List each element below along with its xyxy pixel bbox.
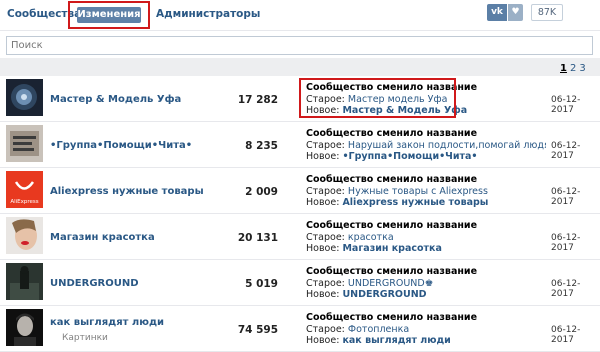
old-label: Старое: bbox=[306, 323, 345, 335]
search-bar bbox=[0, 30, 600, 58]
new-label: Новое: bbox=[306, 243, 340, 254]
vk-share-button[interactable]: vk bbox=[487, 4, 507, 21]
list-item: UNDERGROUND 5 019 Сообщество сменило наз… bbox=[0, 260, 600, 306]
new-label: Новое: bbox=[306, 289, 340, 300]
change-info: Сообщество сменило название Старое: Нужн… bbox=[306, 174, 546, 209]
search-input[interactable] bbox=[6, 36, 593, 55]
member-count: 20 131 bbox=[237, 232, 278, 244]
avatar-group-help-icon[interactable] bbox=[6, 125, 43, 162]
change-title: Сообщество сменило название bbox=[306, 174, 478, 185]
old-label: Старое: bbox=[306, 231, 345, 243]
tab-admins[interactable]: Администраторы bbox=[156, 8, 260, 20]
community-name[interactable]: Магазин красотка bbox=[50, 232, 155, 243]
list-item: как выглядят люди Картинки 74 595 Сообще… bbox=[0, 306, 600, 352]
change-date: 06-12-2017 bbox=[551, 325, 581, 345]
avatar-how-people-look-icon[interactable] bbox=[6, 309, 43, 346]
heart-icon[interactable]: ♥ bbox=[508, 4, 523, 21]
page-current: 1 bbox=[560, 63, 567, 74]
new-name: Aliexpress нужные товары bbox=[342, 197, 489, 208]
change-info: Сообщество сменило название Старое: крас… bbox=[306, 220, 546, 255]
old-label: Старое: bbox=[306, 185, 345, 197]
change-date: 06-12-2017 bbox=[551, 233, 581, 253]
new-name: как выглядят люди bbox=[342, 335, 451, 346]
change-title: Сообщество сменило название bbox=[306, 220, 478, 231]
highlight-change-box bbox=[299, 78, 456, 118]
tab-changes[interactable]: Изменения bbox=[77, 7, 141, 23]
changes-list: Мастер & Модель Уфа 17 282 Сообщество см… bbox=[0, 76, 600, 352]
list-item: Магазин красотка 20 131 Сообщество смени… bbox=[0, 214, 600, 260]
member-count: 74 595 bbox=[237, 324, 278, 336]
old-label: Старое: bbox=[306, 277, 345, 289]
change-date: 06-12-2017 bbox=[551, 187, 581, 207]
old-name: красотка bbox=[347, 231, 394, 243]
avatar-beauty-shop-icon[interactable] bbox=[6, 217, 43, 254]
list-item: AliExpress Aliexpress нужные товары 2 00… bbox=[0, 168, 600, 214]
old-name: Нужные товары с Aliexpress bbox=[347, 185, 488, 197]
list-item: Мастер & Модель Уфа 17 282 Сообщество см… bbox=[0, 76, 600, 122]
new-label: Новое: bbox=[306, 151, 340, 162]
change-date: 06-12-2017 bbox=[551, 95, 581, 115]
change-title: Сообщество сменило название bbox=[306, 312, 478, 323]
old-name: Фотопленка bbox=[347, 323, 410, 335]
old-name: Нарушай закон подлости,помогай людям.Чит… bbox=[347, 139, 546, 151]
avatar-underground-icon[interactable] bbox=[6, 263, 43, 300]
new-name: Магазин красотка bbox=[342, 243, 442, 254]
member-count: 8 235 bbox=[245, 140, 278, 152]
community-name[interactable]: Aliexpress нужные товары bbox=[50, 186, 204, 197]
member-count: 17 282 bbox=[237, 94, 278, 106]
community-name[interactable]: UNDERGROUND bbox=[50, 278, 139, 289]
community-category: Картинки bbox=[62, 333, 108, 343]
member-count: 2 009 bbox=[245, 186, 278, 198]
aliexpress-logo-text: AliExpress bbox=[10, 199, 38, 205]
community-name[interactable]: как выглядят люди bbox=[50, 317, 164, 328]
change-title: Сообщество сменило название bbox=[306, 128, 478, 139]
member-count: 5 019 bbox=[245, 278, 278, 290]
pagination: 123 bbox=[560, 63, 586, 74]
new-name: •Группа•Помощи•Чита• bbox=[342, 151, 478, 162]
change-info: Сообщество сменило название Старое: UNDE… bbox=[306, 266, 546, 301]
new-label: Новое: bbox=[306, 197, 340, 208]
avatar-aliexpress-icon[interactable]: AliExpress bbox=[6, 171, 43, 208]
highlight-changes-tab: Изменения bbox=[68, 1, 150, 29]
page-link-3[interactable]: 3 bbox=[579, 63, 585, 74]
share-count: 87K bbox=[531, 4, 563, 21]
top-tab-bar: Сообщества Изменения Администраторы vk ♥… bbox=[0, 0, 600, 30]
change-info: Сообщество сменило название Старое: Фото… bbox=[306, 312, 546, 347]
list-item: •Группа•Помощи•Чита• 8 235 Сообщество см… bbox=[0, 122, 600, 168]
new-name: UNDERGROUND bbox=[342, 289, 427, 300]
avatar-master-model-icon[interactable] bbox=[6, 79, 43, 116]
old-label: Старое: bbox=[306, 139, 345, 151]
share-widget: vk ♥ 87K bbox=[487, 4, 563, 21]
new-label: Новое: bbox=[306, 335, 340, 346]
change-date: 06-12-2017 bbox=[551, 279, 581, 299]
change-date: 06-12-2017 bbox=[551, 141, 581, 161]
change-title: Сообщество сменило название bbox=[306, 266, 478, 277]
old-name: UNDERGROUND♚ bbox=[347, 277, 434, 289]
change-info: Сообщество сменило название Старое: Нару… bbox=[306, 128, 546, 163]
community-name[interactable]: Мастер & Модель Уфа bbox=[50, 94, 181, 105]
community-name[interactable]: •Группа•Помощи•Чита• bbox=[50, 140, 192, 151]
page-link-2[interactable]: 2 bbox=[570, 63, 576, 74]
